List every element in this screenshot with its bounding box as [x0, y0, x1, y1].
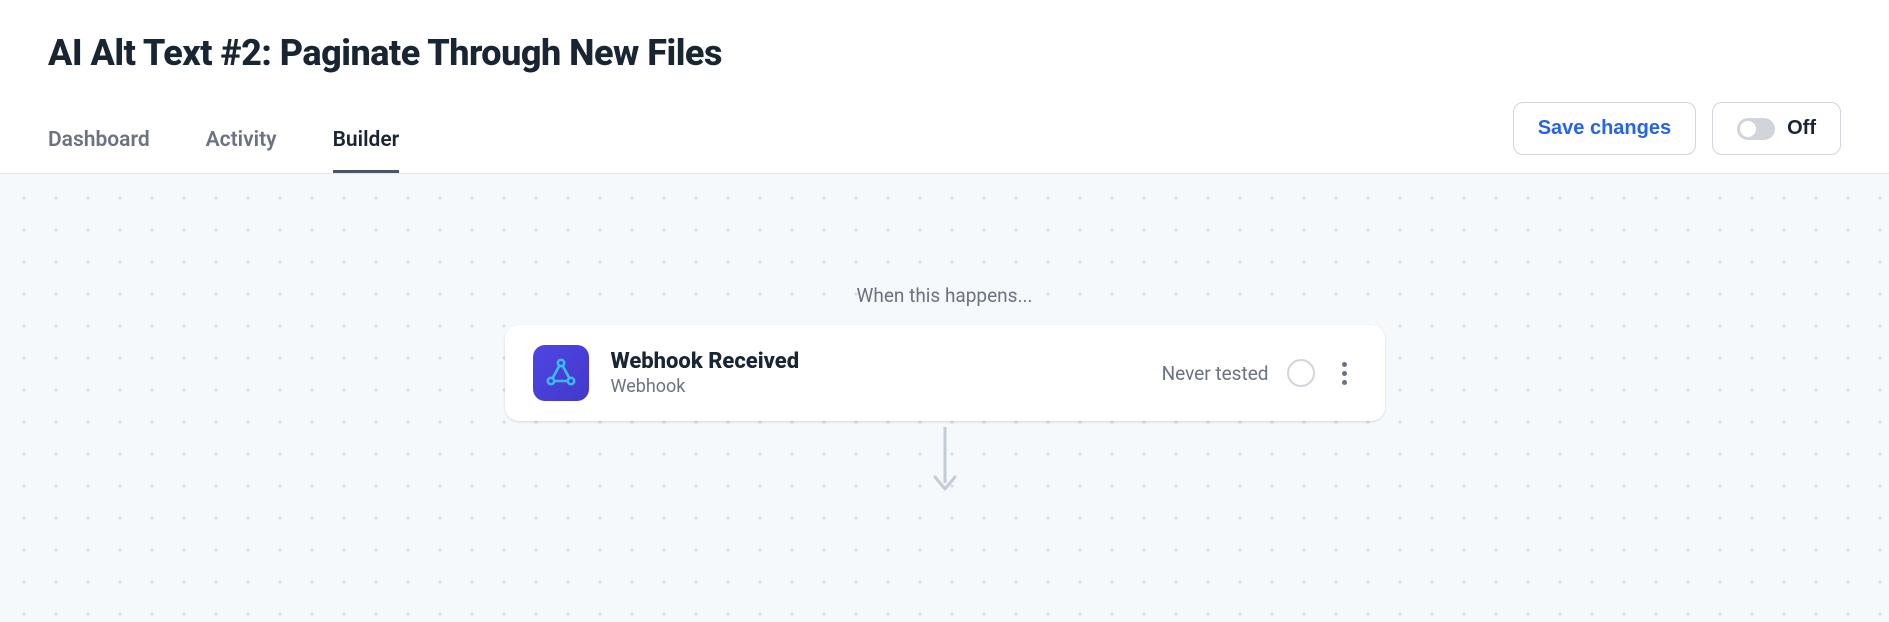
trigger-title: Webhook Received: [611, 349, 1140, 374]
header: AI Alt Text #2: Paginate Through New Fil…: [0, 0, 1889, 174]
tab-dashboard[interactable]: Dashboard: [48, 128, 150, 173]
trigger-card-right: Never tested: [1162, 359, 1357, 387]
trigger-card-text: Webhook Received Webhook: [611, 349, 1140, 397]
tab-activity[interactable]: Activity: [206, 128, 277, 173]
toggle-switch-icon: [1737, 118, 1775, 140]
page-title: AI Alt Text #2: Paginate Through New Fil…: [48, 32, 1841, 74]
status-text: Never tested: [1162, 362, 1269, 385]
trigger-card[interactable]: Webhook Received Webhook Never tested: [505, 325, 1385, 421]
arrow-down-icon: [930, 427, 960, 503]
tab-builder[interactable]: Builder: [333, 128, 400, 173]
status-indicator-icon: [1287, 359, 1315, 387]
tabs: Dashboard Activity Builder: [48, 128, 399, 173]
save-button-label: Save changes: [1538, 117, 1671, 140]
header-actions: Save changes Off: [1513, 102, 1841, 173]
webhook-icon: [533, 345, 589, 401]
trigger-subtitle: Webhook: [611, 376, 1140, 397]
trigger-prompt: When this happens...: [857, 284, 1033, 307]
more-options-button[interactable]: [1333, 359, 1357, 387]
toggle-label: Off: [1787, 117, 1816, 140]
save-button[interactable]: Save changes: [1513, 102, 1696, 155]
builder-canvas[interactable]: When this happens... Webhook Received We…: [0, 174, 1889, 622]
workflow-toggle[interactable]: Off: [1712, 102, 1841, 155]
header-row: Dashboard Activity Builder Save changes …: [48, 102, 1841, 173]
